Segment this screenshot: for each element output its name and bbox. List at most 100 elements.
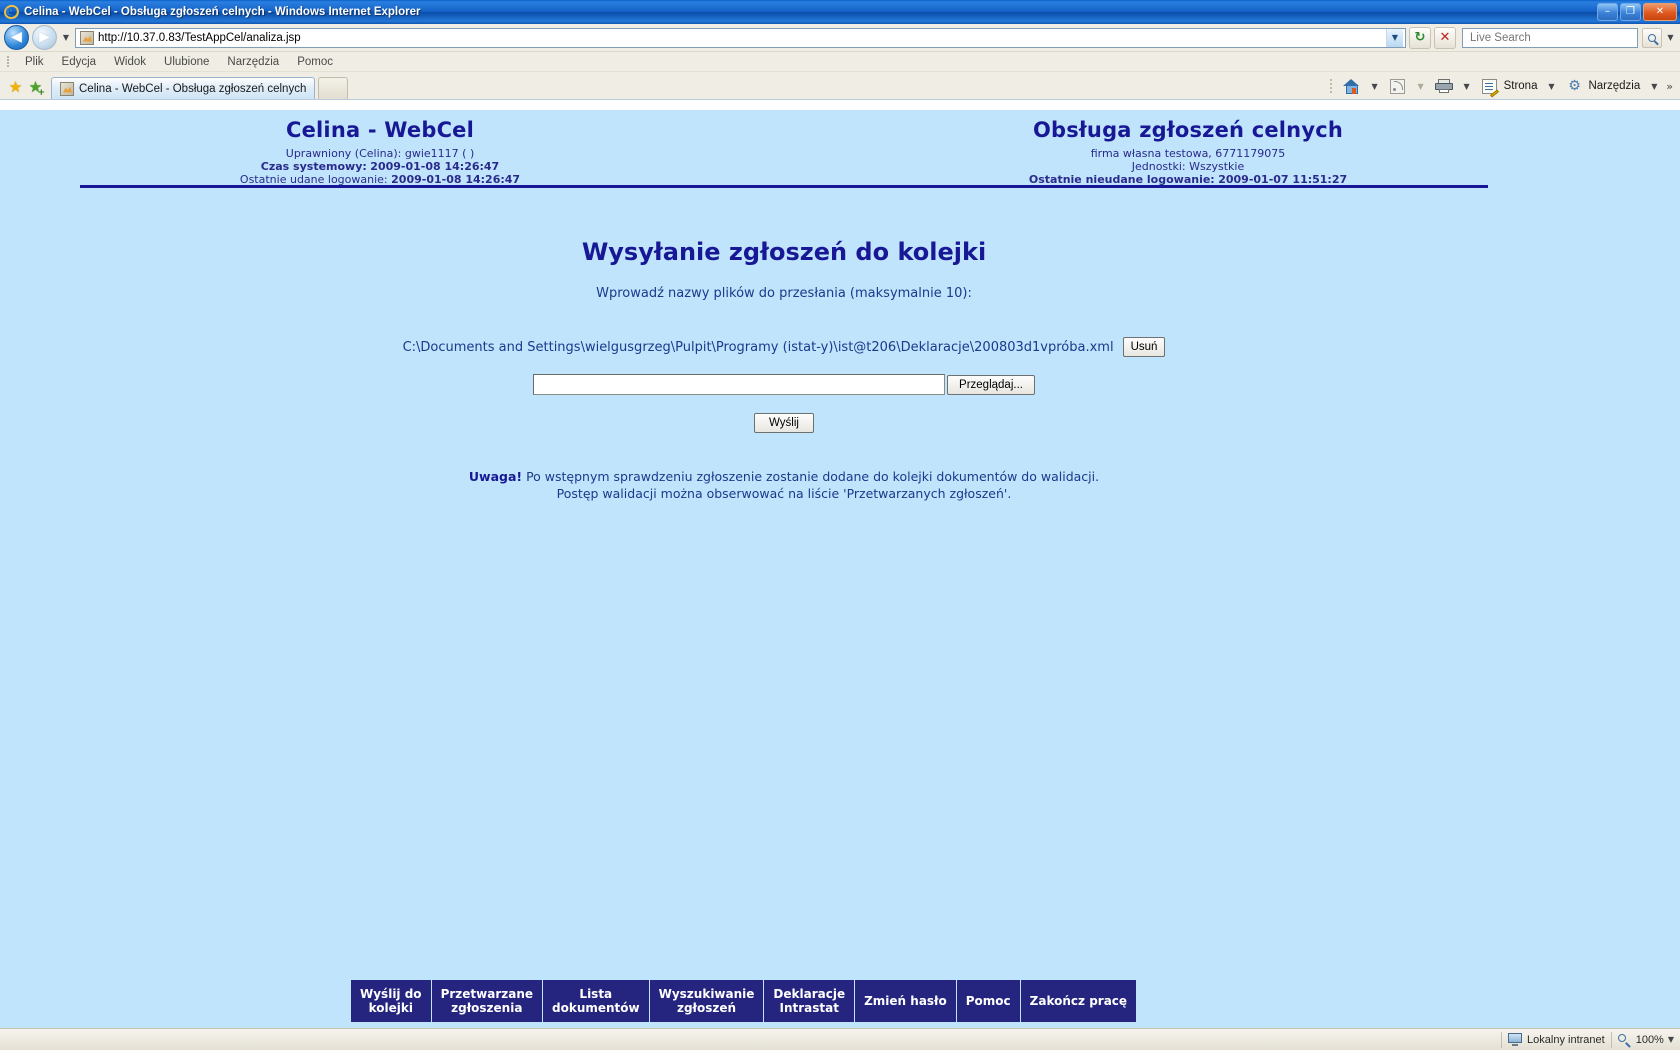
close-icon: ✕ — [1439, 30, 1451, 45]
units-label: Jednostki: — [1131, 160, 1186, 173]
feeds-button[interactable] — [1387, 76, 1409, 96]
tab-favicon-icon — [60, 81, 74, 96]
back-button[interactable]: ◀ — [4, 25, 29, 50]
app-header-right: Obsługa zgłoszeń celnych firma własna te… — [888, 118, 1488, 186]
toolbar-grip-icon — [4, 55, 12, 69]
note-text-1: Po wstępnym sprawdzeniu zgłoszenie zosta… — [522, 469, 1100, 484]
star-plus-icon: ★ — [28, 78, 43, 96]
menu-item-ulubione[interactable]: Ulubione — [155, 55, 218, 69]
app-header-left: Celina - WebCel Uprawniony (Celina): gwi… — [80, 118, 680, 186]
status-text — [0, 1029, 1501, 1050]
nav-item-wyszukiwanie-zgloszen[interactable]: Wyszukiwanie zgłoszeń — [649, 980, 765, 1022]
note-warning-label: Uwaga! — [468, 469, 523, 484]
print-button[interactable] — [1433, 76, 1455, 96]
tab-toolbar-right: ▼ ▼ ▼ Strona ▼ ⚙ Narzędzia ▼ » — [1323, 76, 1676, 99]
home-dropdown-button[interactable]: ▼ — [1364, 76, 1386, 96]
browser-window: e Celina - WebCel - Obsługa zgłoszeń cel… — [0, 0, 1680, 1050]
chevron-down-icon: ▼ — [1667, 33, 1674, 42]
toolbar-grip-icon — [1329, 77, 1334, 95]
tools-menu-button[interactable]: Narzędzia — [1586, 80, 1642, 92]
selected-file-row: C:\Documents and Settings\wielgusgrzeg\P… — [0, 337, 1568, 357]
home-icon — [1343, 78, 1360, 94]
app-header: Celina - WebCel Uprawniony (Celina): gwi… — [0, 110, 1568, 188]
gear-icon: ⚙ — [1568, 77, 1581, 94]
security-zone[interactable]: Lokalny intranet — [1502, 1029, 1611, 1050]
bottom-navigation: Wyślij do kolejki Przetwarzane zgłoszeni… — [351, 980, 1137, 1022]
favorites-buttons: ★ ★ — [4, 80, 51, 99]
nav-item-zakoncz-prace[interactable]: Zakończ pracę — [1020, 980, 1137, 1022]
window-title-bar: e Celina - WebCel - Obsługa zgłoszeń cel… — [0, 0, 1680, 24]
print-dropdown-button[interactable]: ▼ — [1456, 76, 1478, 96]
authorized-user-value: gwie1117 ( ) — [404, 147, 475, 160]
units-value: Wszystkie — [1189, 160, 1245, 173]
search-box[interactable] — [1462, 27, 1638, 48]
system-time-value: 2009-01-08 14:26:47 — [370, 160, 500, 173]
form-instruction: Wprowadź nazwy plików do przesłania (mak… — [596, 286, 972, 301]
window-title: Celina - WebCel - Obsługa zgłoszeń celny… — [24, 6, 421, 18]
zoom-control[interactable]: 100% ▼ — [1612, 1029, 1680, 1050]
new-tab-button[interactable] — [318, 77, 349, 99]
close-button[interactable]: ✕ — [1643, 3, 1677, 21]
internet-explorer-logo-icon: e — [2, 3, 21, 21]
menu-item-widok[interactable]: Widok — [105, 55, 155, 69]
address-input[interactable]: http://10.37.0.83/TestAppCel/analiza.jsp… — [75, 27, 1406, 48]
nav-item-zmien-haslo[interactable]: Zmień hasło — [855, 980, 957, 1022]
tools-menu-dropdown-button[interactable]: ▼ — [1643, 76, 1665, 96]
favorites-center-button[interactable]: ★ — [8, 80, 23, 95]
maximize-button[interactable]: ❐ — [1620, 3, 1641, 21]
nav-item-przetwarzane-zgloszenia[interactable]: Przetwarzane zgłoszenia — [431, 980, 543, 1022]
units-line: Jednostki: Wszystkie — [888, 160, 1488, 173]
address-dropdown-button[interactable]: ▼ — [1386, 28, 1403, 47]
file-path-input[interactable] — [533, 374, 946, 395]
chevron-down-icon: ▼ — [1391, 32, 1399, 42]
maximize-icon: ❐ — [1626, 6, 1635, 17]
note-line-2: Postęp walidacji można obserwować na liś… — [556, 486, 1012, 501]
remove-file-button[interactable]: Usuń — [1122, 337, 1166, 357]
forward-button[interactable]: ▶ — [32, 25, 57, 50]
app-header-left-lines: Uprawniony (Celina): gwie1117 ( ) Czas s… — [80, 147, 680, 186]
menu-item-pomoc[interactable]: Pomoc — [288, 55, 342, 69]
chevron-down-icon: ▼ — [62, 33, 70, 42]
menu-item-edycja[interactable]: Edycja — [53, 55, 106, 69]
home-button[interactable] — [1341, 76, 1363, 96]
browser-tab[interactable]: Celina - WebCel - Obsługa zgłoszeń celny… — [51, 77, 316, 99]
intranet-zone-icon — [1508, 1033, 1523, 1046]
toolbar-overflow-button[interactable]: » — [1666, 80, 1676, 93]
star-icon: ★ — [8, 78, 23, 96]
page-menu-button[interactable]: Strona — [1502, 80, 1540, 92]
nav-item-wyslij-do-kolejki[interactable]: Wyślij do kolejki — [351, 980, 432, 1022]
menu-item-plik[interactable]: Plik — [16, 55, 53, 69]
search-provider-button[interactable]: ▼ — [1665, 33, 1676, 42]
menu-bar: Plik Edycja Widok Ulubione Narzędzia Pom… — [0, 52, 1680, 72]
browse-button[interactable]: Przeglądaj... — [947, 374, 1035, 395]
stop-button[interactable]: ✕ — [1434, 26, 1456, 49]
zoom-level-label: 100% — [1635, 1033, 1664, 1046]
minimize-button[interactable]: – — [1597, 3, 1618, 21]
tools-menu-icon-wrap[interactable]: ⚙ — [1563, 76, 1585, 96]
menu-item-narzedzia[interactable]: Narzędzia — [218, 55, 288, 69]
note-line-1: Uwaga! Po wstępnym sprawdzeniu zgłoszeni… — [0, 468, 1568, 485]
recent-pages-button[interactable]: ▼ — [60, 33, 72, 42]
page-title: Wysyłanie zgłoszeń do kolejki — [581, 238, 987, 266]
search-input[interactable] — [1468, 30, 1637, 45]
feeds-dropdown-button[interactable]: ▼ — [1410, 76, 1432, 96]
page-menu-dropdown-button[interactable]: ▼ — [1540, 76, 1562, 96]
security-zone-label: Lokalny intranet — [1527, 1033, 1605, 1046]
module-title: Obsługa zgłoszeń celnych — [1032, 118, 1344, 142]
arrow-left-icon: ◀ — [11, 29, 22, 45]
send-button[interactable]: Wyślij — [754, 413, 814, 433]
page-content: Celina - WebCel Uprawniony (Celina): gwi… — [0, 110, 1568, 1022]
add-to-favorites-button[interactable]: ★ — [28, 78, 45, 99]
minimize-icon: – — [1605, 6, 1610, 17]
nav-item-deklaracje-intrastat[interactable]: Deklaracje Intrastat — [764, 980, 856, 1022]
nav-item-pomoc[interactable]: Pomoc — [956, 980, 1021, 1022]
refresh-button[interactable]: ↻ — [1409, 26, 1431, 49]
app-title: Celina - WebCel — [285, 118, 475, 142]
nav-item-lista-dokumentow[interactable]: Lista dokumentów — [543, 980, 650, 1022]
search-submit-button[interactable] — [1642, 27, 1662, 48]
tab-label: Celina - WebCel - Obsługa zgłoszeń celny… — [79, 82, 307, 95]
rss-feed-icon — [1390, 78, 1406, 94]
double-chevron-right-icon: » — [1666, 79, 1673, 93]
page-menu-icon-wrap[interactable] — [1479, 76, 1501, 97]
header-divider — [80, 185, 1488, 188]
